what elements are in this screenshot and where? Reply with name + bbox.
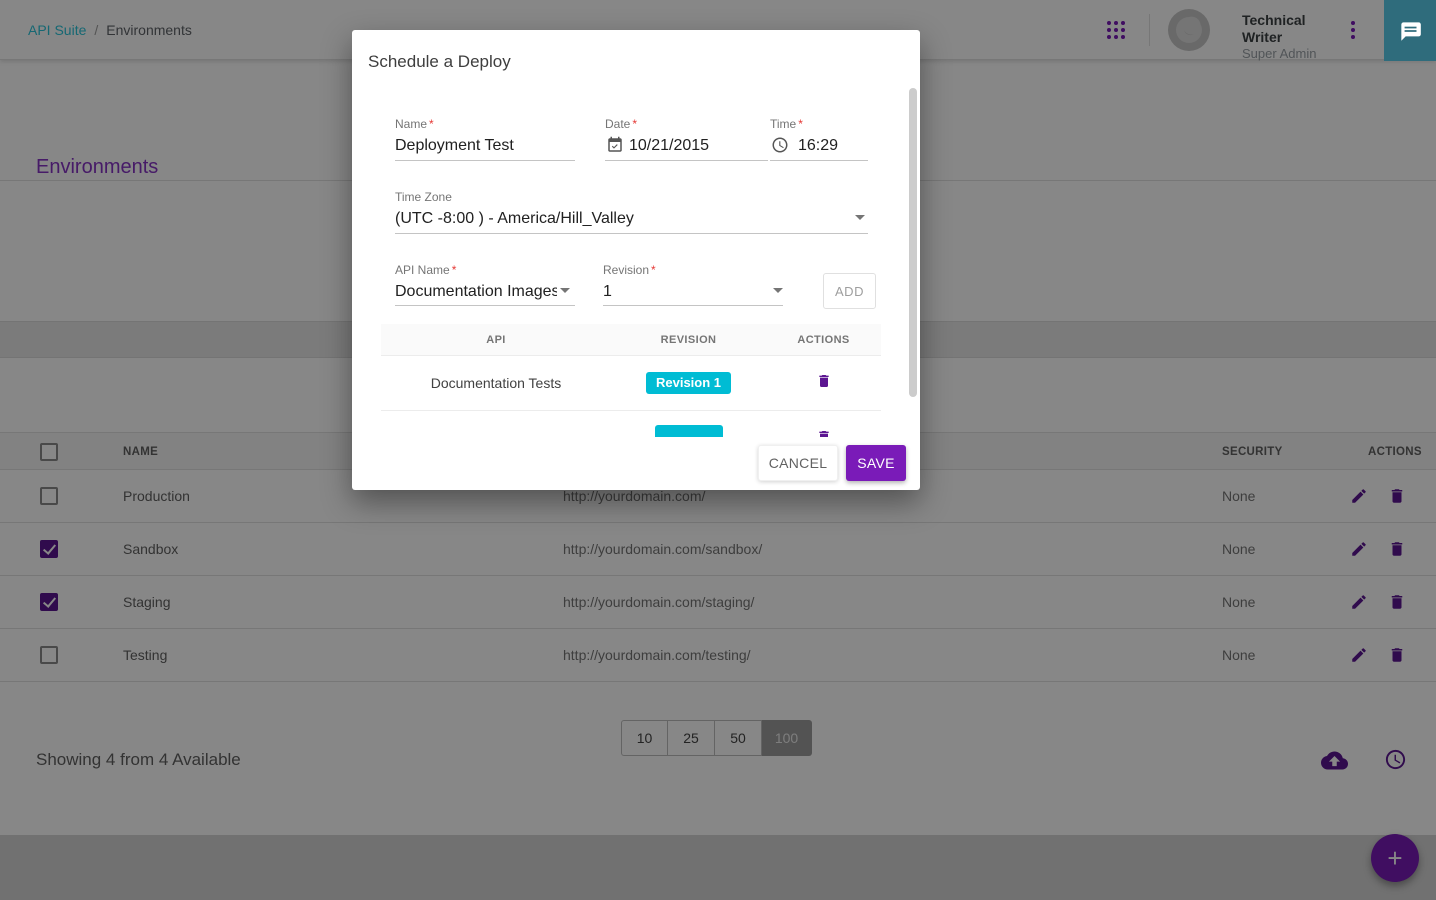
clock-icon[interactable] — [771, 136, 789, 154]
column-header-revision: REVISION — [611, 334, 766, 346]
calendar-icon[interactable] — [606, 136, 624, 154]
deploy-actions-cell — [766, 411, 881, 437]
time-label: Time* — [770, 117, 803, 131]
app-root: API Suite / Environments Technical Write… — [0, 0, 1436, 900]
cancel-button[interactable]: CANCEL — [758, 445, 838, 481]
date-label: Date* — [605, 117, 637, 131]
required-asterisk: * — [632, 117, 637, 131]
column-header-api: API — [381, 334, 611, 346]
add-button[interactable]: ADD — [823, 273, 876, 309]
modal-scrollbar-thumb[interactable] — [909, 88, 917, 397]
name-underline — [395, 160, 575, 161]
api-name-underline — [395, 305, 575, 306]
timezone-label: Time Zone — [395, 190, 452, 204]
required-asterisk: * — [429, 117, 434, 131]
chat-icon — [1397, 18, 1423, 44]
revision-label: Revision* — [603, 263, 656, 277]
deploy-table-row: Documentation Tests Revision 1 — [381, 356, 881, 410]
revision-chip: Revision 1 — [646, 372, 731, 394]
chat-button[interactable] — [1384, 0, 1436, 61]
required-asterisk: * — [452, 263, 457, 277]
modal-title: Schedule a Deploy — [368, 52, 511, 72]
required-asterisk: * — [651, 263, 656, 277]
timezone-caret-icon[interactable] — [855, 215, 865, 220]
delete-trash-icon[interactable] — [816, 372, 832, 390]
name-label: Name* — [395, 117, 434, 131]
api-name-label: API Name* — [395, 263, 456, 277]
deploy-table-header: API REVISION ACTIONS — [381, 324, 881, 356]
revision-underline — [603, 305, 783, 306]
time-input[interactable]: 16:29 — [798, 137, 838, 155]
time-underline — [770, 160, 868, 161]
name-input[interactable]: Deployment Test — [395, 137, 514, 155]
column-header-actions: ACTIONS — [766, 334, 881, 346]
timezone-underline — [395, 233, 868, 234]
api-name-caret-icon[interactable] — [560, 288, 570, 293]
save-button[interactable]: SAVE — [846, 445, 906, 481]
deploy-actions-cell — [766, 372, 881, 395]
revision-select[interactable]: 1 — [603, 283, 612, 301]
timezone-select[interactable]: (UTC -8:00 ) - America/Hill_Valley — [395, 210, 634, 228]
deploy-api-name: Documentation Tests — [381, 375, 611, 391]
delete-trash-icon[interactable] — [816, 428, 832, 437]
revision-chip-cell: Revision 1 — [611, 372, 766, 394]
deploy-table-row-clipped — [381, 410, 881, 437]
date-underline — [605, 160, 768, 161]
revision-chip-cell — [611, 411, 766, 437]
revision-chip — [655, 425, 723, 437]
api-name-select[interactable]: Documentation Images T — [395, 283, 557, 301]
deploy-api-table: API REVISION ACTIONS Documentation Tests… — [381, 324, 881, 437]
date-input[interactable]: 10/21/2015 — [629, 137, 709, 155]
revision-caret-icon[interactable] — [773, 288, 783, 293]
schedule-deploy-modal: Schedule a Deploy Name* Deployment Test … — [352, 30, 920, 490]
required-asterisk: * — [798, 117, 803, 131]
